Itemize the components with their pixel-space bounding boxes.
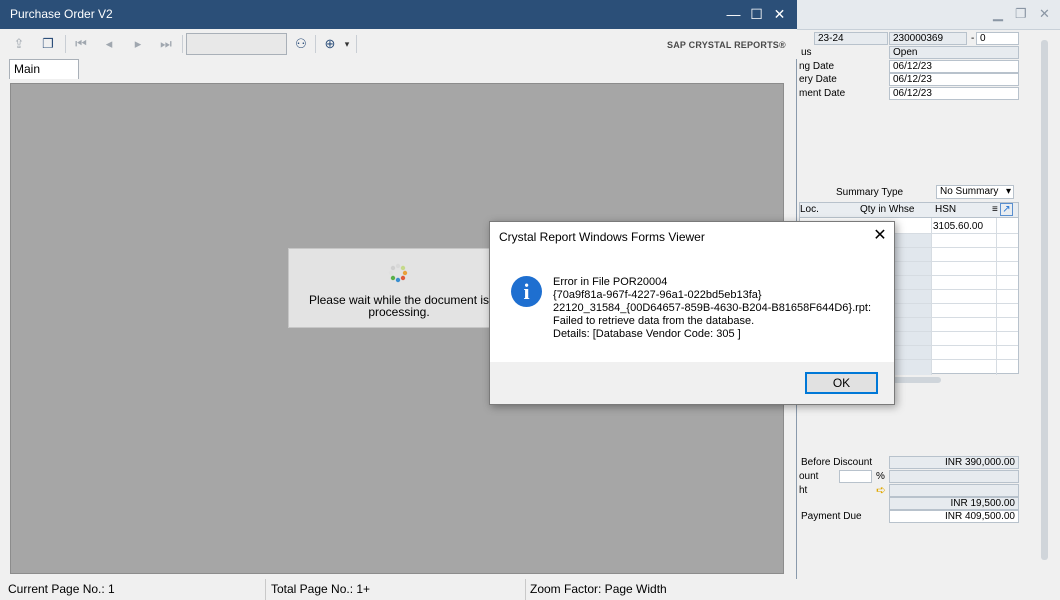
bg-close-icon[interactable]: ✕ [1039, 6, 1050, 22]
sap-crystal-reports-logo: SAP CRYSTAL REPORTS® [667, 40, 786, 50]
zoom-factor-status: Zoom Factor: Page Width [530, 582, 667, 596]
processing-message: Please wait while the document is proces… [308, 293, 490, 319]
dialog-message: Error in File POR20004 {70a9f81a-967f-42… [553, 276, 888, 341]
before-discount-field: INR 390,000.00 [889, 456, 1019, 469]
zoom-dropdown-chevron-icon[interactable]: ▾ [337, 34, 357, 54]
dialog-footer: OK [490, 362, 894, 404]
copy-icon[interactable]: ❐ [38, 34, 58, 54]
status-label: us [801, 47, 812, 58]
background-form-titlebar: ▁ ❐ ✕ [791, 0, 1060, 30]
tab-main-report[interactable]: Main Report [9, 59, 79, 95]
processing-indicator: Please wait while the document is proces… [288, 248, 493, 328]
find-binoculars-icon[interactable]: ⚇ [291, 34, 311, 54]
delivery-date-field[interactable]: 06/12/23 [889, 73, 1019, 86]
last-page-icon[interactable]: ⏭ [156, 34, 176, 54]
dialog-title: Crystal Report Windows Forms Viewer [499, 230, 705, 244]
export-icon[interactable]: ⇪ [9, 34, 29, 54]
toolbar-separator [356, 35, 357, 53]
previous-page-icon[interactable]: ◂ [99, 34, 119, 54]
status-bar: Current Page No.: 1 Total Page No.: 1+ Z… [0, 579, 797, 600]
status-field: Open [889, 46, 1019, 59]
tax-field: INR 19,500.00 [889, 497, 1019, 510]
chevron-down-icon: ▾ [1005, 186, 1011, 197]
current-page-status: Current Page No.: 1 [0, 579, 266, 600]
doc-suffix-field[interactable]: 0 [976, 32, 1019, 45]
toolbar-separator [182, 35, 183, 53]
dialog-close-icon[interactable]: ✕ [870, 226, 890, 246]
first-page-icon[interactable]: ⏮ [71, 34, 91, 54]
bg-minimize-icon[interactable]: ▁ [993, 6, 1003, 22]
total-payment-due-field: INR 409,500.00 [889, 510, 1019, 523]
total-page-status: Total Page No.: 1+ [263, 579, 526, 600]
freight-field [889, 484, 1019, 497]
grid-col-loc[interactable]: Loc. [800, 204, 819, 215]
close-button[interactable]: ✕ [768, 0, 791, 29]
information-icon: i [511, 276, 542, 307]
grid-divider [931, 218, 932, 375]
posting-date-field[interactable]: 06/12/23 [889, 60, 1019, 73]
minimize-button[interactable]: — [722, 0, 745, 29]
grid-horizontal-scrollbar[interactable] [891, 377, 941, 383]
summary-type-value: No Summary [940, 186, 999, 197]
toolbar-separator [65, 35, 66, 53]
message-line: Error in File POR20004 [553, 276, 668, 288]
summary-type-select[interactable]: No Summary ▾ [936, 185, 1014, 199]
message-line: 22120_31584_{00D64657-859B-4630-B204-B81… [553, 302, 872, 314]
series-field[interactable]: 23-24 [814, 32, 888, 45]
before-discount-label: Before Discount [801, 457, 873, 468]
discount-percent-field[interactable] [839, 470, 872, 483]
ok-button[interactable]: OK [805, 372, 878, 394]
message-line: Details: [Database Vendor Code: 305 ] [553, 328, 741, 340]
maximize-button[interactable]: ☐ [745, 0, 768, 29]
grid-menu-icon[interactable]: ≡ [992, 204, 998, 215]
message-line: Failed to retrieve data from the databas… [553, 315, 755, 327]
window-titlebar[interactable]: Purchase Order V2 — ☐ ✕ [0, 0, 797, 29]
bg-restore-icon[interactable]: ❐ [1015, 6, 1027, 22]
grid-shaded-column [895, 233, 931, 375]
grid-hsn-cell[interactable]: 3105.60.00 [933, 221, 983, 233]
delivery-date-label: ery Date [799, 74, 837, 85]
summary-type-label: Summary Type [836, 187, 904, 198]
form-vertical-scrollbar[interactable] [1041, 40, 1048, 560]
grid-header: Loc. Qty in Whse HSN ≡ ↗ [800, 203, 1018, 218]
percent-label: % [876, 471, 885, 482]
freight-label: ht [799, 485, 808, 496]
doc-number-field[interactable]: 230000369 [889, 32, 967, 45]
loading-spinner-icon [388, 263, 408, 283]
arrow-right-icon[interactable]: ➪ [876, 484, 886, 496]
message-line: {70a9f81a-967f-4227-96a1-022bd5eb13fa} [553, 289, 762, 301]
discount-label: ount [799, 471, 819, 482]
grid-col-hsn[interactable]: HSN [935, 204, 956, 215]
document-date-label: ment Date [799, 88, 846, 99]
total-payment-due-label: Payment Due [801, 511, 862, 522]
error-dialog: Crystal Report Windows Forms Viewer ✕ i … [489, 221, 895, 405]
go-to-page-input[interactable] [186, 33, 287, 55]
grid-col-qty-in-whse[interactable]: Qty in Whse [860, 204, 914, 215]
posting-date-label: ng Date [799, 61, 835, 72]
doc-number-dash: - [971, 33, 975, 44]
document-date-field[interactable]: 06/12/23 [889, 87, 1019, 100]
discount-amount-field [889, 470, 1019, 483]
next-page-icon[interactable]: ▸ [128, 34, 148, 54]
toolbar-separator [315, 35, 316, 53]
grid-divider [996, 218, 997, 375]
grid-expand-icon[interactable]: ↗ [1000, 203, 1013, 216]
window-title: Purchase Order V2 [10, 7, 113, 21]
